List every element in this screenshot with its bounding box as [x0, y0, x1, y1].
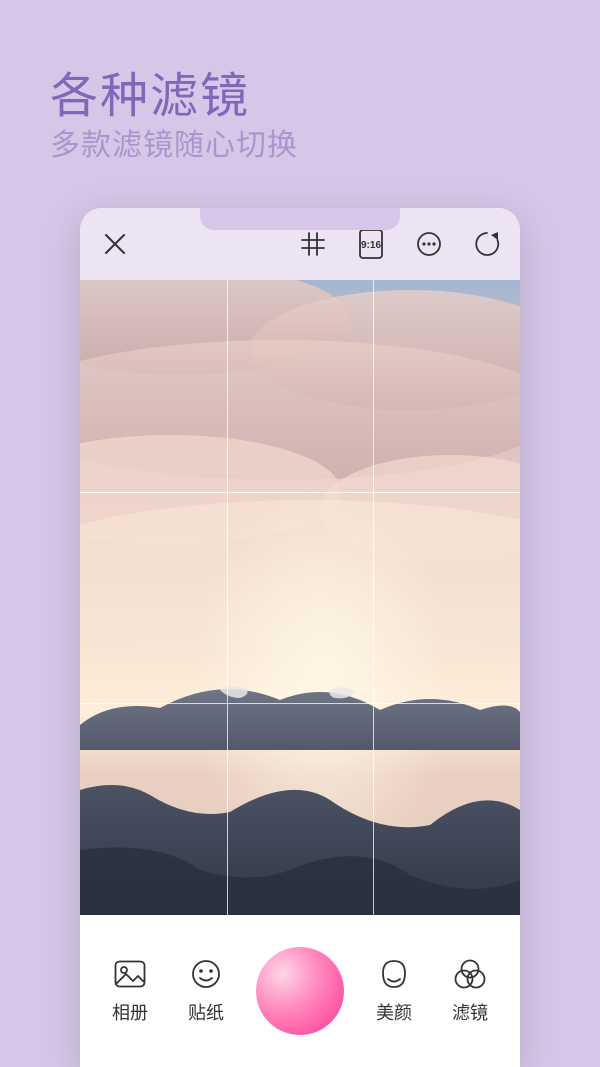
album-icon	[113, 957, 147, 991]
sticker-button[interactable]: 贴纸	[174, 957, 238, 1025]
hero-subtitle: 多款滤镜随心切换	[50, 120, 298, 164]
aspect-ratio-button[interactable]: 9:16	[354, 227, 388, 261]
camera-viewfinder[interactable]	[80, 280, 520, 915]
aspect-ratio-label: 9:16	[361, 240, 381, 251]
switch-camera-icon	[473, 230, 501, 258]
shutter-button[interactable]	[256, 947, 344, 1035]
camera-bottombar: 相册 贴纸 美颜	[80, 915, 520, 1067]
filter-label: 滤镜	[452, 999, 488, 1025]
filter-icon	[453, 957, 487, 991]
switch-camera-button[interactable]	[470, 227, 504, 261]
close-icon	[104, 233, 126, 255]
beauty-icon	[377, 957, 411, 991]
beauty-button[interactable]: 美颜	[362, 957, 426, 1025]
grid-toggle-button[interactable]	[296, 227, 330, 261]
sticker-label: 贴纸	[188, 999, 224, 1025]
grid-icon	[301, 232, 325, 256]
device-notch	[200, 208, 400, 230]
filter-button[interactable]: 滤镜	[438, 957, 502, 1025]
device-frame: 9:16	[80, 208, 520, 1067]
beauty-label: 美颜	[376, 999, 412, 1025]
more-button[interactable]	[412, 227, 446, 261]
album-label: 相册	[112, 999, 148, 1025]
viewfinder-scene	[80, 280, 520, 915]
album-button[interactable]: 相册	[98, 957, 162, 1025]
sticker-icon	[189, 957, 223, 991]
more-icon	[416, 231, 442, 257]
hero-title: 各种滤镜	[50, 56, 250, 126]
aspect-ratio-icon: 9:16	[359, 229, 383, 259]
close-button[interactable]	[98, 227, 132, 261]
